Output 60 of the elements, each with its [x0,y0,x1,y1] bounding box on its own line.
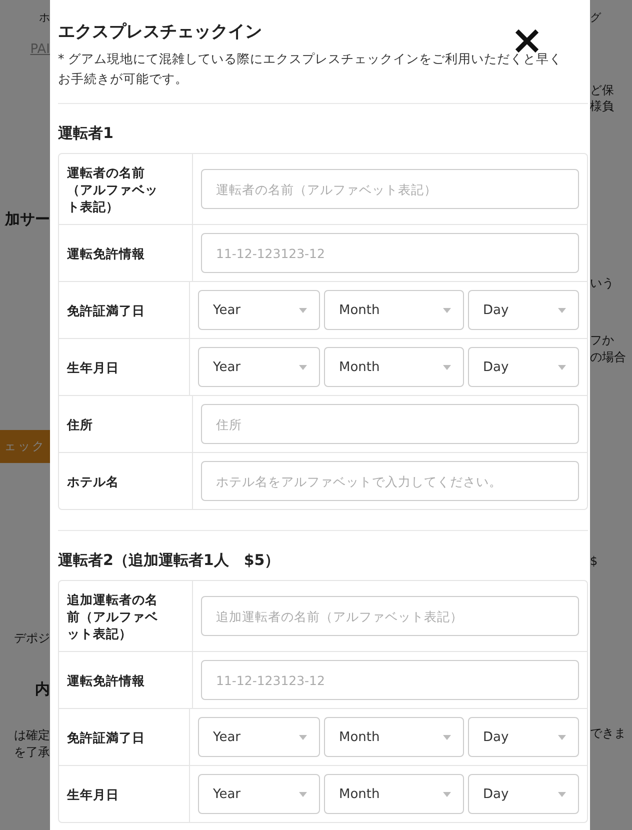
caret-icon [443,792,451,796]
dropdown-select[interactable]: Year [198,774,320,814]
caret-icon [299,364,307,370]
page-text: グ [590,10,601,25]
field-label: 住所 [59,396,193,452]
field-label: 生年月日 [59,766,190,822]
dropdown-select[interactable]: Month [324,290,464,330]
text-field[interactable]: 追加運転者の名前（アルファベット表記） [201,596,579,636]
dropdown-select[interactable]: Month [324,347,464,387]
caret-icon [558,308,566,312]
text-field[interactable]: ホテル名をアルファベットで入力してください。 [201,461,579,501]
dialog-note: * グアム現地にて混雑している際にエクスプレスチェックインをご利用いただくと早くお手続きが可能です。 [58,50,564,88]
text-field[interactable]: 11-12-123123-12 [201,233,579,273]
page-text: フか [590,332,614,349]
field-label: 運転者の名前（アルファベット表記） [59,154,193,224]
dropdown-select[interactable]: Month [324,717,464,757]
text-field[interactable]: 11-12-123123-12 [201,660,579,700]
field-label: 免許証満了日 [59,282,190,338]
page-text: ホ [39,10,50,25]
field-label: 追加運転者の名前（アルファベット表記） [59,581,193,651]
field-label: 生年月日 [59,339,190,395]
caret-icon [299,734,307,740]
page-text: いう [590,275,614,292]
caret-icon [443,734,451,740]
page-text: を了承 [14,744,50,761]
section-title: 運転者1 [58,124,114,143]
dropdown-select[interactable]: Day [468,717,579,757]
caret-icon [299,792,307,796]
page-text: ど保 [590,82,614,99]
text-field[interactable]: 住所 [201,404,579,444]
field-label: 運転免許情報 [59,652,193,708]
dropdown-select[interactable]: Month [324,774,464,814]
dialog-title: エクスプレスチェックイン [58,21,262,43]
dropdown-select[interactable]: Year [198,290,320,330]
page-text: $ [590,554,598,568]
caret-icon [558,734,566,740]
field-label: ホテル名 [59,453,193,509]
caret-icon [443,364,451,370]
dropdown-select[interactable]: Day [468,290,579,330]
dropdown-select[interactable]: Day [468,774,579,814]
page-text: 様負 [590,98,614,115]
close-button[interactable] [514,28,540,54]
page-text: できま [590,725,626,742]
caret-icon [443,308,451,312]
text-field[interactable]: 運転者の名前（アルファベット表記） [201,169,579,209]
field-label: 運転免許情報 [59,225,193,281]
section-heading: 加サー [5,210,50,229]
field-label: 免許証満了日 [59,709,190,765]
section-title: 運転者2（追加運転者1人 $5） [58,551,281,570]
caret-icon [558,364,566,370]
dropdown-select[interactable]: Day [468,347,579,387]
caret-icon [299,308,307,312]
dropdown-select[interactable]: Year [198,717,320,757]
page-text: の場合 [590,349,626,366]
page-text: デポジ [14,630,50,647]
close-icon [514,28,540,54]
page-text: は確定 [14,727,50,744]
dropdown-select[interactable]: Year [198,347,320,387]
caret-icon [558,792,566,796]
section-heading: 内 [35,680,50,699]
